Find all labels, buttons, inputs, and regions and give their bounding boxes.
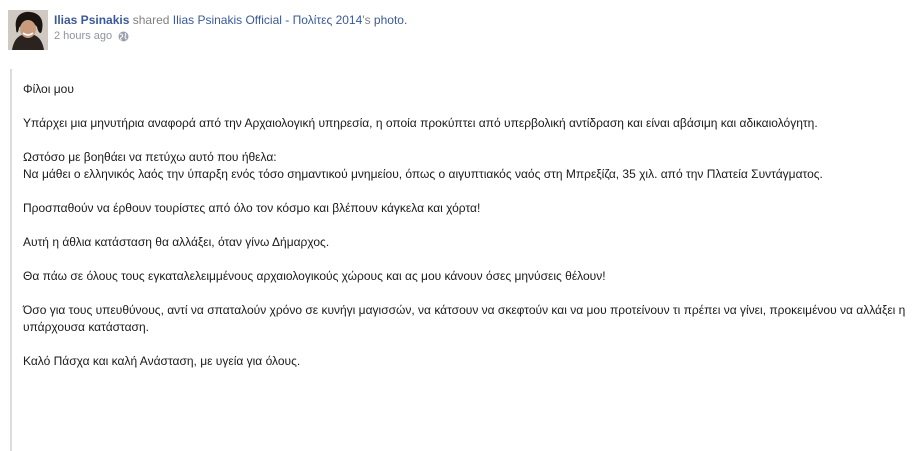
story-meta: 2 hours ago	[54, 29, 904, 43]
message-paragraph: Αυτή η άθλια κατάσταση θα αλλάξει, όταν …	[23, 235, 330, 249]
message-paragraph: Φίλοι μου	[23, 82, 74, 96]
author-name-link[interactable]: Ilias Psinakis	[54, 13, 129, 27]
photo-link[interactable]: photo.	[374, 13, 407, 27]
author-avatar[interactable]	[8, 10, 48, 50]
message-paragraph: Υπάρχει μια μηνυτήρια αναφορά από την Αρ…	[23, 116, 818, 130]
story-title: Ilias Psinakis shared Ilias Psinakis Off…	[54, 13, 904, 43]
post-message: Φίλοι μου Υπάρχει μια μηνυτήρια αναφορά …	[23, 81, 913, 387]
message-paragraph: Καλό Πάσχα και καλή Ανάσταση, με υγεία γ…	[23, 354, 301, 368]
story-title-line: Ilias Psinakis shared Ilias Psinakis Off…	[54, 13, 904, 28]
message-paragraph: Ωστόσο με βοηθάει να πετύχω αυτό που ήθε…	[23, 150, 277, 164]
source-possessive: 's	[362, 13, 371, 27]
message-paragraph: Όσο για τους υπευθύνους, αντί να σπαταλο…	[23, 303, 906, 334]
source-page-link[interactable]: Ilias Psinakis Official - Πολίτες 2014	[173, 13, 363, 27]
message-paragraph: Θα πάω σε όλους τους εγκαταλελειμμένους …	[23, 269, 606, 283]
shared-content-quote: Φίλοι μου Υπάρχει μια μηνυτήρια αναφορά …	[10, 69, 916, 451]
feed-story: Ilias Psinakis shared Ilias Psinakis Off…	[0, 0, 916, 451]
timestamp-link[interactable]: 2 hours ago	[54, 29, 112, 43]
shared-text: shared	[132, 13, 170, 27]
globe-icon[interactable]	[118, 31, 129, 42]
story-header: Ilias Psinakis shared Ilias Psinakis Off…	[8, 10, 908, 56]
avatar-image	[8, 10, 48, 50]
message-paragraph: Προσπαθούν να έρθουν τουρίστες από όλο τ…	[23, 201, 481, 215]
message-paragraph: Να μάθει ο ελληνικός λαός την ύπαρξη ενό…	[23, 167, 823, 181]
